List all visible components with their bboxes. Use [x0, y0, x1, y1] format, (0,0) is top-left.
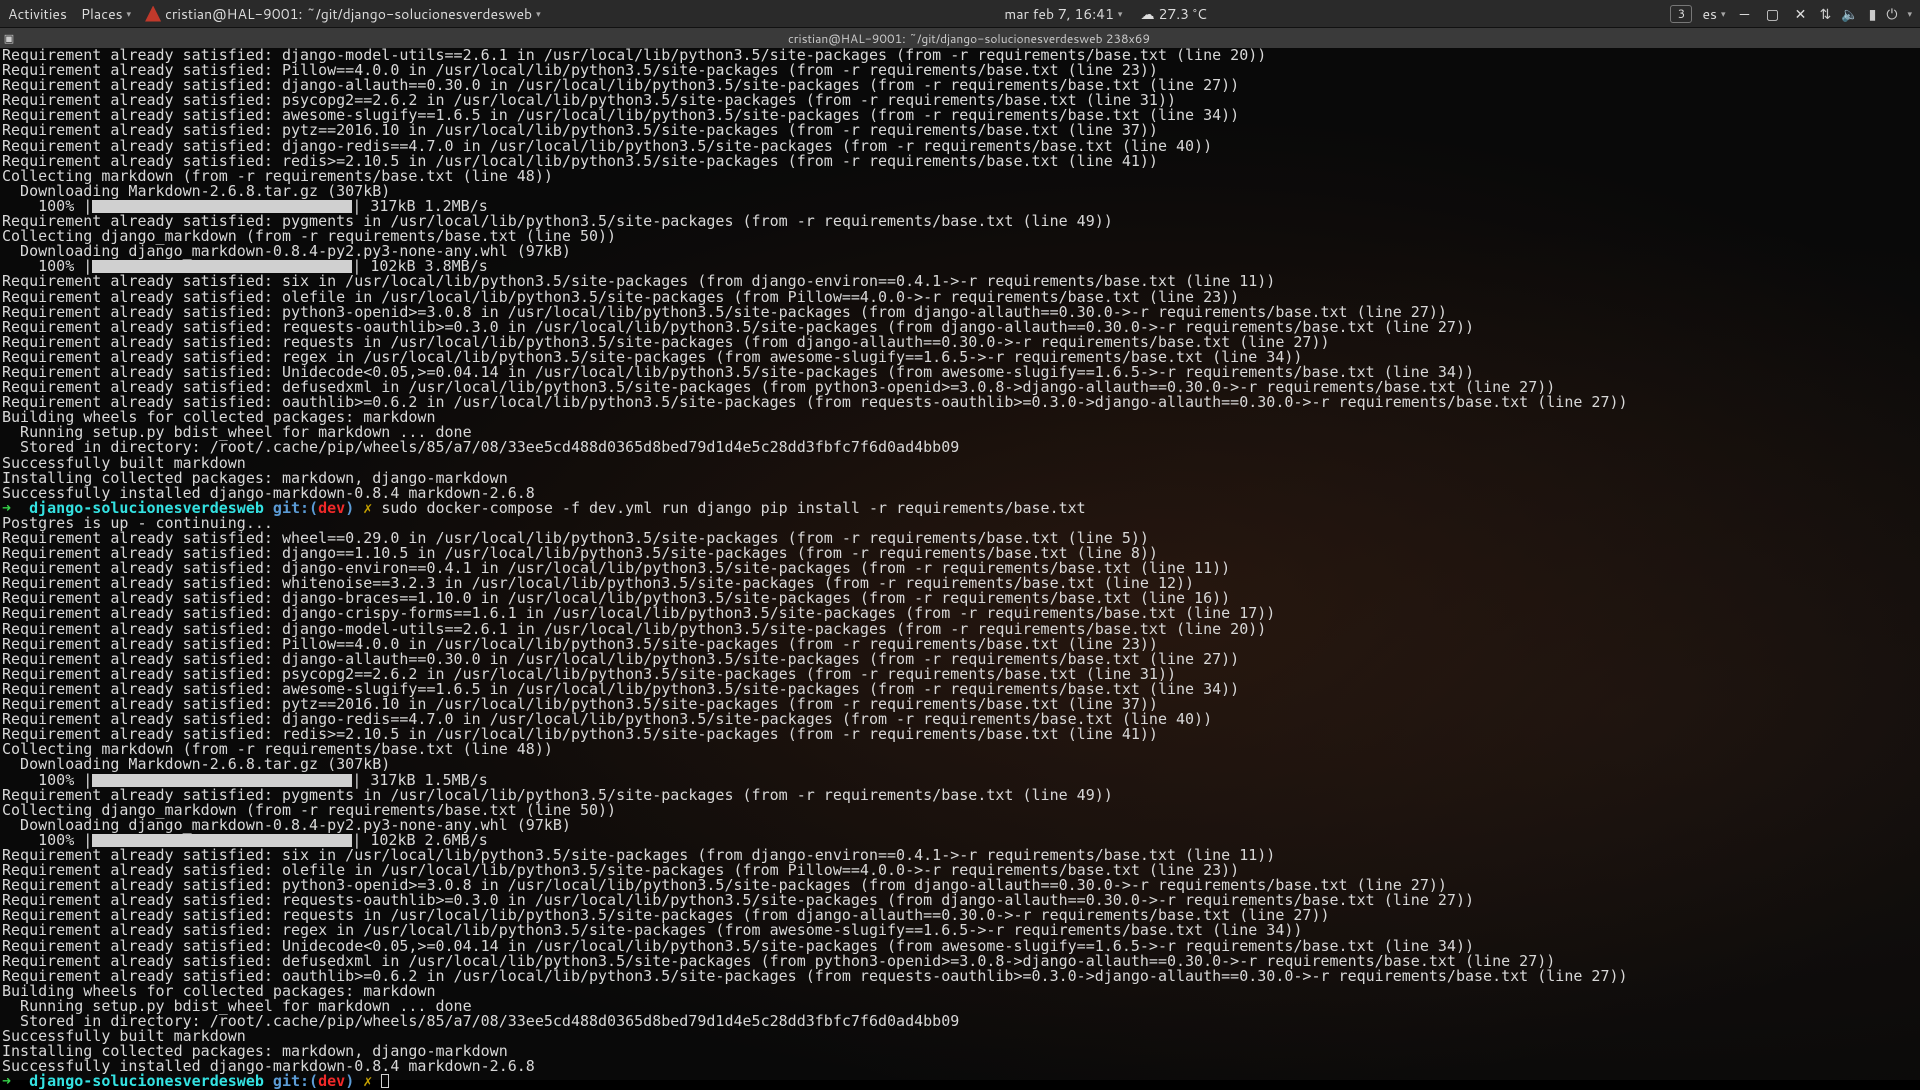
terminal-titlebar: ▣ cristian@HAL-9001: ~/git/django-soluci…	[0, 28, 1920, 48]
window-maximize-button[interactable]: ▢	[1764, 4, 1782, 24]
weather[interactable]: ☁ 27.3 °C	[1140, 4, 1206, 24]
terminal-app-icon	[145, 6, 161, 22]
terminal-output[interactable]: Requirement already satisfied: django-mo…	[0, 48, 1920, 1089]
window-minimize-button[interactable]: —	[1736, 4, 1754, 24]
places-label: Places	[81, 4, 123, 24]
terminal-title: cristian@HAL-9001: ~/git/django-solucion…	[18, 30, 1920, 47]
window-menu-icon[interactable]: ▣	[0, 30, 18, 46]
chevron-down-icon: ▾	[1721, 7, 1726, 20]
chevron-down-icon: ▾	[127, 7, 132, 20]
network-icon[interactable]: ⇅	[1820, 4, 1832, 24]
chevron-down-icon: ▾	[536, 7, 541, 20]
activities-button[interactable]: Activities	[8, 4, 67, 24]
terminal-window: ▣ cristian@HAL-9001: ~/git/django-soluci…	[0, 28, 1920, 1080]
places-menu[interactable]: Places ▾	[81, 4, 131, 24]
cloud-icon: ☁	[1140, 4, 1154, 24]
clock-label: mar feb 7, 16:41	[1004, 4, 1114, 24]
window-close-button[interactable]: ✕	[1792, 4, 1810, 24]
app-menu-title: cristian@HAL-9001: ~/git/django-solucion…	[165, 4, 532, 24]
battery-icon[interactable]: ▮	[1869, 4, 1877, 24]
temperature-label: 27.3 °C	[1158, 4, 1206, 24]
keyboard-layout[interactable]: es ▾	[1702, 4, 1725, 24]
chevron-down-icon: ▾	[1118, 7, 1123, 20]
volume-icon[interactable]: 🔈	[1841, 4, 1858, 24]
gnome-top-bar: Activities Places ▾ cristian@HAL-9001: ~/…	[0, 0, 1920, 28]
workspace-indicator[interactable]: 3	[1670, 5, 1692, 23]
chevron-down-icon: ▾	[1907, 7, 1912, 20]
keyboard-layout-label: es	[1702, 4, 1716, 24]
app-menu[interactable]: cristian@HAL-9001: ~/git/django-solucion…	[145, 4, 541, 24]
power-icon[interactable]: ⏻	[1886, 4, 1897, 24]
clock[interactable]: mar feb 7, 16:41 ▾	[1004, 4, 1122, 24]
